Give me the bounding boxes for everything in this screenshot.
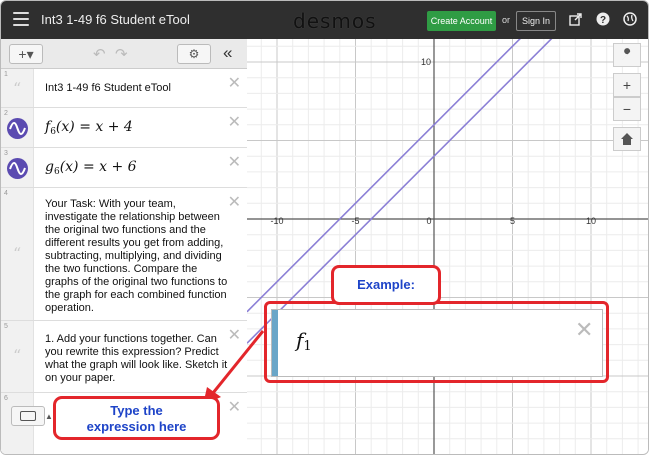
expression-row[interactable]: 4 “ Your Task: With your team, investigat…	[1, 188, 247, 321]
collapse-icon[interactable]: «	[223, 43, 232, 63]
zoom-out-button[interactable]: −	[613, 97, 641, 121]
function-line	[247, 39, 521, 313]
x-tick-label: -10	[270, 216, 283, 226]
note-icon: “	[13, 346, 22, 365]
example-callout: Example:	[331, 265, 441, 305]
delete-icon[interactable]: ✕	[228, 152, 241, 172]
keyboard-icon	[20, 411, 36, 421]
x-tick-label: 0	[426, 216, 431, 226]
graph-wave-icon[interactable]	[7, 118, 28, 139]
add-expression-button[interactable]: +▾	[9, 44, 43, 64]
expression-row[interactable]: 1 “ Int3 1-49 f6 Student eTool ✕	[1, 69, 247, 108]
expression-row[interactable]: 2 f6(x) = x + 4 ✕	[1, 108, 247, 148]
expression-toolbar: +▾ ↶ ↷ ⚙ «	[1, 39, 247, 69]
type-expression-callout: Type the expression here	[53, 396, 220, 440]
expression-list: +▾ ↶ ↷ ⚙ « 1 “ Int3 1-49 f6 Student eTool…	[1, 39, 247, 454]
example-highlight	[264, 301, 609, 383]
undo-icon[interactable]: ↶	[93, 45, 106, 63]
triangle-up-icon[interactable]: ▲	[45, 412, 53, 421]
svg-text:?: ?	[600, 15, 606, 26]
settings-button[interactable]: ⚙	[177, 44, 211, 64]
keyboard-button[interactable]	[11, 406, 45, 426]
graph-wave-icon[interactable]	[7, 158, 28, 179]
function-expression[interactable]: g6(x) = x + 6	[45, 159, 137, 177]
top-bar: Int3 1-49 f6 Student eTool desmos Create…	[1, 1, 648, 39]
x-tick-label: 10	[586, 216, 596, 226]
function-expression[interactable]: f6(x) = x + 4	[45, 119, 133, 137]
expression-row[interactable]: 3 g6(x) = x + 6 ✕	[1, 148, 247, 188]
share-icon[interactable]	[569, 12, 583, 26]
help-icon[interactable]: ?	[596, 12, 610, 26]
globe-icon[interactable]	[623, 12, 637, 26]
sign-in-button[interactable]: Sign In	[516, 11, 556, 31]
delete-icon[interactable]: ✕	[228, 112, 241, 132]
home-icon[interactable]	[613, 127, 641, 151]
document-title: Int3 1-49 f6 Student eTool	[41, 12, 190, 27]
create-account-button[interactable]: Create Account	[427, 11, 496, 31]
delete-icon[interactable]: ✕	[228, 192, 241, 212]
desmos-logo: desmos	[293, 9, 377, 33]
wrench-icon[interactable]	[613, 43, 641, 67]
graph-paper[interactable]: -10 -5 0 5 10 10	[247, 39, 649, 455]
y-tick-label: 10	[421, 57, 431, 67]
note-text: Your Task: With your team, investigate t…	[45, 198, 228, 314]
or-label: or	[502, 15, 511, 25]
zoom-in-button[interactable]: +	[613, 73, 641, 97]
redo-icon[interactable]: ↷	[115, 45, 128, 63]
app-window: Int3 1-49 f6 Student eTool desmos Create…	[0, 0, 649, 455]
x-tick-label: -5	[351, 216, 359, 226]
expression-row[interactable]: 5 “ 1. Add your functions together. Can y…	[1, 321, 247, 393]
gear-icon: ⚙	[188, 47, 200, 61]
note-icon: “	[13, 244, 22, 263]
menu-icon[interactable]	[13, 12, 29, 26]
note-text: 1. Add your functions together. Can you …	[45, 333, 228, 384]
note-icon: “	[13, 79, 22, 98]
delete-icon[interactable]: ✕	[228, 325, 241, 345]
delete-icon[interactable]: ✕	[228, 397, 241, 417]
x-tick-label: 5	[510, 216, 515, 226]
delete-icon[interactable]: ✕	[228, 73, 241, 93]
note-text: Int3 1-49 f6 Student eTool	[45, 82, 171, 94]
graph-canvas[interactable]: -10 -5 0 5 10 10	[247, 39, 649, 455]
